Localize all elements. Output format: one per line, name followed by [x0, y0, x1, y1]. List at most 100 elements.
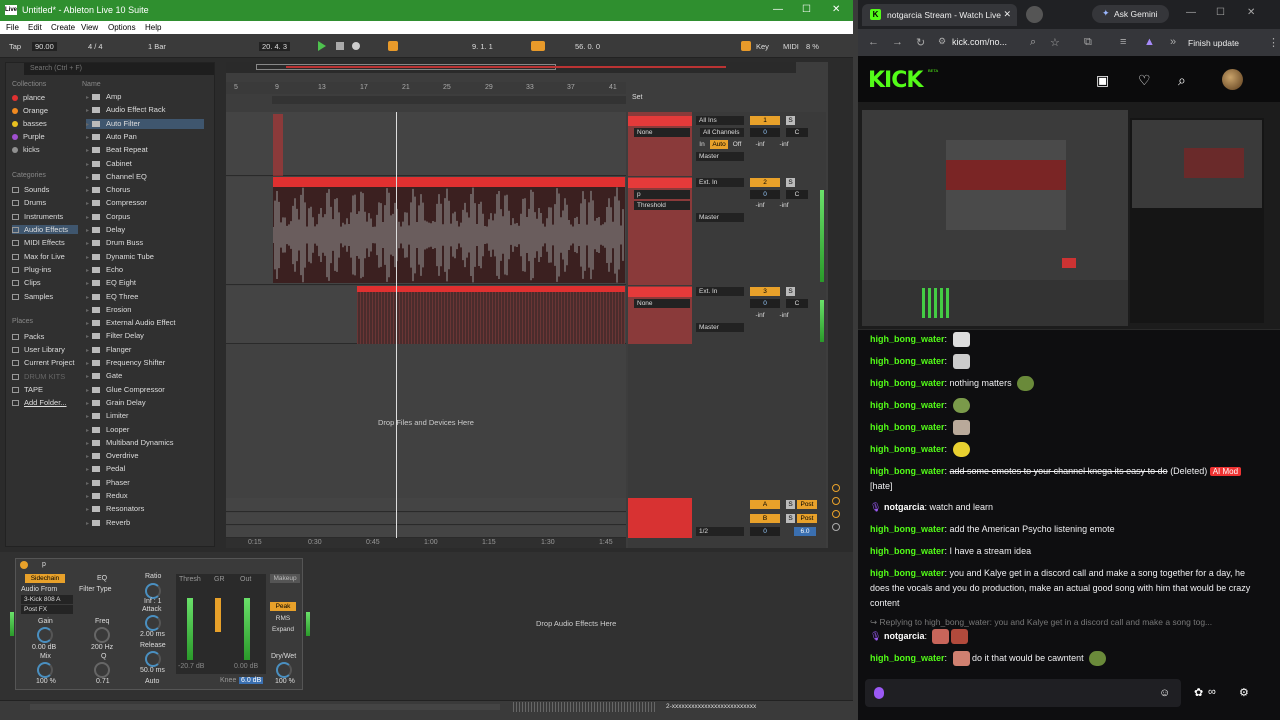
effect-item[interactable]: ▸ Flanger	[86, 345, 204, 355]
chat-message[interactable]: 🎙 notgarcia: watch and learn	[870, 500, 1265, 515]
track-2-solo[interactable]: S	[786, 178, 795, 187]
returns-header[interactable]	[628, 498, 692, 538]
category-sounds[interactable]: Sounds	[12, 185, 49, 194]
track-1-chooser[interactable]: None	[634, 128, 690, 137]
effect-item[interactable]: ▸ Chorus	[86, 185, 204, 195]
chat-message[interactable]: high_bong_water: add the American Psycho…	[870, 522, 1265, 537]
record-icon[interactable]	[352, 42, 360, 50]
effect-item[interactable]: ▸ Reverb	[86, 518, 204, 528]
track-3-pan[interactable]: C	[786, 299, 808, 308]
browse-icon[interactable]: ▣	[1096, 72, 1109, 89]
track-1-input[interactable]: All Ins	[696, 116, 744, 125]
bookmark-star-icon[interactable]: ☆	[1050, 36, 1060, 49]
reload-icon[interactable]: ↻	[916, 36, 925, 49]
track-1-input-channel[interactable]: All Channels	[700, 128, 744, 137]
track-3-send-a[interactable]: -inf	[750, 311, 770, 320]
rms-button[interactable]: RMS	[270, 614, 296, 623]
q-knob[interactable]	[94, 662, 110, 678]
midi-map-button[interactable]: MIDI	[783, 42, 799, 51]
menu-view[interactable]: View	[81, 23, 98, 32]
maximize-icon[interactable]: ☐	[802, 4, 811, 15]
collection-orange[interactable]: Orange	[12, 106, 48, 115]
effect-item[interactable]: ▸ Gate	[86, 371, 204, 381]
horizontal-scrollbar[interactable]	[30, 704, 500, 710]
track-2-output[interactable]: Master	[696, 213, 744, 222]
extensions-icon[interactable]: ⧉	[1084, 36, 1092, 49]
key-map-toggle[interactable]	[741, 41, 751, 51]
chat-message[interactable]: high_bong_water: you and Kalye get in a …	[870, 566, 1265, 611]
effect-item[interactable]: ▸ Beat Repeat	[86, 145, 204, 155]
chat-input[interactable]	[865, 679, 1181, 707]
kick-tab[interactable]: K notgarcia Stream - Watch Live ✕	[862, 4, 1017, 26]
new-tab-button[interactable]	[1026, 6, 1043, 23]
tab-close-icon[interactable]: ✕	[1003, 9, 1011, 20]
stream-video-player[interactable]	[858, 102, 1280, 330]
track-1-activator[interactable]: 1	[750, 116, 780, 125]
effect-item[interactable]: ▸ Multiband Dynamics	[86, 438, 204, 448]
category-midi-effects[interactable]: MIDI Effects	[12, 238, 65, 247]
track-1-pan[interactable]: C	[786, 128, 808, 137]
chat-message[interactable]: high_bong_water:	[870, 442, 1265, 458]
chat-message[interactable]: high_bong_water: nothing matters	[870, 376, 1265, 392]
track-1-send-b[interactable]: -inf	[774, 140, 794, 149]
minimize-icon[interactable]: —	[1186, 7, 1196, 18]
track-2-device-chooser[interactable]: p	[634, 190, 690, 199]
category-instruments[interactable]: Instruments	[12, 212, 63, 221]
add-folder-link[interactable]: Add Folder...	[12, 398, 67, 407]
category-audio-effects[interactable]: Audio Effects	[12, 225, 78, 234]
effect-item[interactable]: ▸ Compressor	[86, 198, 204, 208]
track-2-send-b[interactable]: -inf	[774, 201, 794, 210]
gain-value[interactable]: 0.00 dB	[32, 644, 56, 651]
track-3-output[interactable]: Master	[696, 323, 744, 332]
sidechain-source[interactable]: 3-Kick 808 A	[21, 595, 73, 604]
effect-item[interactable]: ▸ Audio Effect Rack	[86, 105, 204, 115]
return-b-activator[interactable]: B	[750, 514, 780, 523]
effect-item[interactable]: ▸ Looper	[86, 425, 204, 435]
monitor-auto-button[interactable]: Auto	[710, 140, 728, 149]
address-bar[interactable]: kick.com/no...	[952, 34, 1062, 52]
effect-item[interactable]: ▸ Dynamic Tube	[86, 252, 204, 262]
chat-message-deleted[interactable]: high_bong_water: add some emotes to your…	[870, 464, 1265, 494]
chat-message[interactable]: high_bong_water:	[870, 332, 1265, 348]
menu-help[interactable]: Help	[145, 23, 161, 32]
drywet-knob[interactable]	[276, 662, 292, 678]
close-icon[interactable]: ✕	[1247, 7, 1255, 18]
stop-icon[interactable]	[336, 42, 344, 50]
track-2-parameter-chooser[interactable]: Threshold	[634, 201, 690, 210]
master-lane[interactable]	[226, 526, 626, 538]
minimize-icon[interactable]: —	[773, 4, 783, 15]
track-2-pan[interactable]: C	[786, 190, 808, 199]
attack-value[interactable]: 2.00 ms	[140, 631, 165, 638]
effect-item[interactable]: ▸ Echo	[86, 265, 204, 275]
return-b-solo[interactable]: S	[786, 514, 795, 523]
effect-item[interactable]: ▸ Cabinet	[86, 159, 204, 169]
io-toggle-icons[interactable]	[832, 484, 840, 538]
gift-icon[interactable]: ✿	[1194, 686, 1203, 699]
place-current-project[interactable]: Current Project	[12, 358, 74, 367]
place-tape[interactable]: TAPE	[12, 385, 43, 394]
effect-item[interactable]: ▸ Auto Pan	[86, 132, 204, 142]
user-avatar[interactable]	[1222, 69, 1243, 90]
return-a-post[interactable]: Post	[797, 500, 817, 509]
device-on-icon[interactable]	[20, 561, 28, 569]
back-icon[interactable]: ←	[868, 36, 879, 48]
site-info-icon[interactable]: ⚙	[938, 36, 946, 47]
category-clips[interactable]: Clips	[12, 278, 41, 287]
draw-mode-button[interactable]	[388, 41, 398, 51]
menu-options[interactable]: Options	[108, 23, 136, 32]
effect-item[interactable]: ▸ EQ Three	[86, 292, 204, 302]
freq-value[interactable]: 200 Hz	[91, 644, 113, 651]
clip-marker[interactable]	[273, 114, 283, 176]
makeup-button[interactable]: Makeup	[270, 574, 300, 583]
effect-item[interactable]: ▸ Erosion	[86, 305, 204, 315]
monitor-in-button[interactable]: In	[696, 140, 708, 149]
track-3-activator[interactable]: 3	[750, 287, 780, 296]
arrangement-position[interactable]: 20. 4. 3	[259, 42, 291, 51]
time-ruler[interactable]: 0:15 0:30 0:45 1:00 1:15 1:30 1:45	[226, 538, 626, 548]
effect-item[interactable]: ▸ Auto Filter	[86, 118, 204, 129]
finish-update-button[interactable]: Finish update	[1188, 35, 1268, 51]
emoji-picker-icon[interactable]: ☺	[1159, 687, 1170, 699]
thresh-value[interactable]: -20.7 dB	[178, 663, 204, 670]
effect-item[interactable]: ▸ Frequency Shifter	[86, 358, 204, 368]
track-2-title[interactable]	[628, 178, 692, 188]
